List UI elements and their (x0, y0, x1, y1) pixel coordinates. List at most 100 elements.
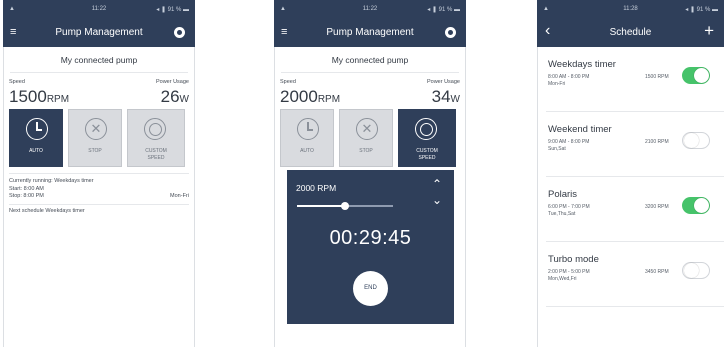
slider-knob[interactable] (341, 201, 349, 210)
gauge-icon (415, 118, 437, 140)
pump-main-screen: ▲ 11:22 ◂ ❚ 91 % ▬ ≡ Pump Management My … (3, 0, 195, 347)
mode-selector: AUTO ✕ STOP CUSTOM SPEED (9, 109, 194, 167)
schedule-rpm: 1500 RPM (645, 74, 669, 80)
schedule-item[interactable]: Polaris 6:00 PM - 7:00 PM Tue,Thu,Sat 32… (546, 177, 724, 242)
schedule-list: Weekdays timer 8:00 AM - 8:00 PM Mon-Fri… (537, 47, 724, 347)
speed-readout: 1500RPM (9, 87, 69, 107)
battery-icon: ◂ ❚ 91 % ▬ (685, 7, 718, 13)
schedule-name: Turbo mode (548, 254, 599, 265)
schedule-name: Polaris (548, 189, 578, 200)
start-time: Start: 8:00 AM (9, 185, 44, 192)
schedule-item[interactable]: Weekend timer 9:00 AM - 8:00 PM Sun,Sat … (546, 112, 724, 177)
stop-icon: ✕ (356, 118, 378, 140)
schedule-rpm: 3450 RPM (645, 269, 669, 275)
clock-icon (26, 118, 48, 140)
running-days: Mon-Fri (170, 192, 189, 199)
gauge-icon (144, 118, 166, 140)
chevron-down-icon[interactable]: ⌄ (432, 194, 442, 206)
mode-custom-speed-button[interactable]: CUSTOM SPEED (127, 109, 185, 167)
mode-label: CUSTOM SPEED (145, 148, 167, 161)
custom-rpm-label: 2000 RPM (296, 183, 337, 193)
mode-selector: AUTO ✕ STOP CUSTOM SPEED (280, 109, 465, 167)
schedule-time: 6:00 PM - 7:00 PM (548, 204, 590, 210)
mode-label: AUTO (300, 148, 314, 154)
power-label: Power Usage (426, 79, 460, 85)
metric-values: 1500RPM 26W (9, 87, 189, 107)
end-button[interactable]: END (353, 271, 388, 306)
schedule-time: 2:00 PM - 5:00 PM (548, 269, 590, 275)
schedule-item[interactable]: Weekdays timer 8:00 AM - 8:00 PM Mon-Fri… (546, 47, 724, 112)
schedule-toggle[interactable] (682, 132, 710, 149)
power-readout: 34W (432, 87, 460, 107)
power-label: Power Usage (155, 79, 189, 85)
speed-label: Speed (280, 79, 296, 85)
custom-speed-panel: 2000 RPM ⌃ ⌄ 00:29:45 END (287, 170, 454, 324)
chevron-up-icon[interactable]: ⌃ (432, 178, 442, 190)
page-title: Schedule (609, 27, 652, 38)
mode-auto-button[interactable]: AUTO (9, 109, 63, 167)
schedule-name: Weekdays timer (548, 59, 616, 70)
schedule-screen: ▲ 11:28 ◂ ❚ 91 % ▬ ‹ Schedule + Weekdays… (537, 0, 724, 347)
add-icon[interactable]: + (704, 22, 714, 39)
countdown-timer: 00:29:45 (329, 227, 412, 249)
status-bar: ▲ 11:28 ◂ ❚ 91 % ▬ (537, 0, 724, 19)
mode-label: STOP (88, 148, 102, 154)
battery-icon: ◂ ❚ 91 % ▬ (427, 7, 460, 13)
power-value: 34 (431, 87, 451, 106)
schedule-days: Tue,Thu,Sat (548, 211, 576, 217)
gear-icon[interactable] (445, 27, 456, 38)
battery-icon: ◂ ❚ 91 % ▬ (156, 7, 189, 13)
pump-name: My connected pump (281, 47, 459, 73)
gear-icon[interactable] (174, 27, 185, 38)
stop-time: Stop: 8:00 PM (9, 193, 44, 199)
speed-label: Speed (9, 79, 25, 85)
status-bar: ▲ 11:22 ◂ ❚ 91 % ▬ (274, 0, 466, 19)
toggle-knob (684, 133, 699, 148)
schedule-rpm: 2100 RPM (645, 139, 669, 145)
page-title: Pump Management (55, 27, 143, 38)
clock-icon (297, 118, 319, 140)
schedule-toggle[interactable] (682, 197, 710, 214)
schedule-toggle[interactable] (682, 67, 710, 84)
speed-slider[interactable] (297, 201, 393, 210)
schedule-days: Mon,Wed,Fri (548, 276, 577, 282)
schedule-item[interactable]: Turbo mode 2:00 PM - 5:00 PM Mon,Wed,Fri… (546, 242, 724, 307)
mode-stop-button[interactable]: ✕ STOP (68, 109, 122, 167)
screen-body: My connected pump Speed Power Usage 1500… (3, 47, 195, 347)
app-bar: ≡ Pump Management (3, 19, 195, 47)
speed-readout: 2000RPM (280, 87, 340, 107)
schedule-time: 9:00 AM - 8:00 PM (548, 139, 590, 145)
speed-value: 1500 (9, 87, 47, 106)
schedule-toggle[interactable] (682, 262, 710, 279)
schedule-days: Sun,Sat (548, 146, 566, 152)
power-unit: W (179, 94, 189, 105)
toggle-knob (694, 68, 709, 83)
power-unit: W (450, 94, 460, 105)
metric-values: 2000RPM 34W (280, 87, 460, 107)
mode-stop-button[interactable]: ✕ STOP (339, 109, 393, 167)
mode-label: CUSTOM SPEED (416, 148, 438, 161)
status-bar: ▲ 11:22 ◂ ❚ 91 % ▬ (3, 0, 195, 19)
app-bar: ≡ Pump Management (274, 19, 466, 47)
schedule-time: 8:00 AM - 8:00 PM (548, 74, 590, 80)
mode-label: STOP (359, 148, 373, 154)
next-schedule: Next schedule Weekdays timer (9, 203, 189, 214)
power-readout: 26W (161, 87, 189, 107)
currently-running: Currently running: Weekdays timer (9, 178, 94, 184)
speed-unit: RPM (317, 94, 341, 105)
mode-label: AUTO (29, 148, 43, 154)
mode-custom-speed-button[interactable]: CUSTOM SPEED (398, 109, 456, 167)
pump-name: My connected pump (10, 47, 188, 73)
speed-unit: RPM (46, 94, 70, 105)
toggle-knob (694, 198, 709, 213)
running-status: Currently running: Weekdays timer Start:… (9, 173, 189, 201)
stop-icon: ✕ (85, 118, 107, 140)
page-title: Pump Management (326, 27, 414, 38)
mode-auto-button[interactable]: AUTO (280, 109, 334, 167)
schedule-days: Mon-Fri (548, 81, 566, 87)
schedule-name: Weekend timer (548, 124, 612, 135)
slider-fill (297, 205, 345, 207)
power-value: 26 (160, 87, 180, 106)
toggle-knob (684, 263, 699, 278)
schedule-rpm: 3200 RPM (645, 204, 669, 210)
